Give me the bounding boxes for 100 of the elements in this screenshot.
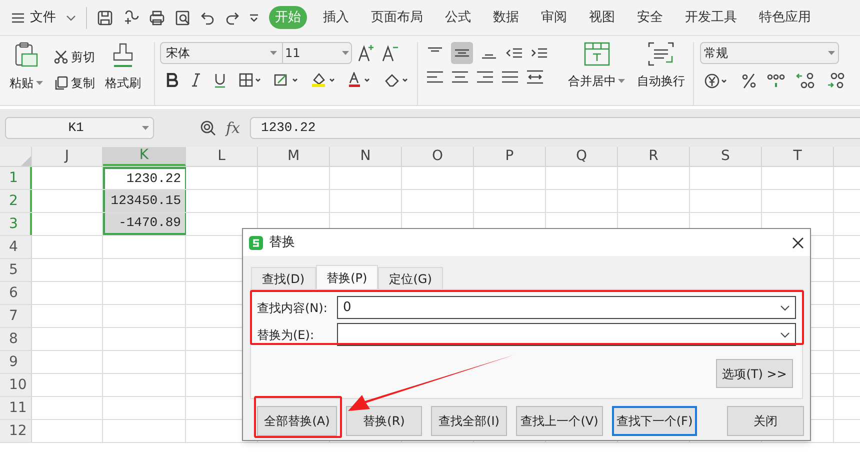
ribbon-tab[interactable]: 插入 <box>317 6 355 30</box>
ribbon-tab[interactable]: 开发工具 <box>679 6 743 30</box>
caret-icon[interactable] <box>36 81 42 85</box>
redo-icon[interactable] <box>225 10 239 24</box>
cut-button[interactable]: 剪切 <box>71 48 95 66</box>
row-header[interactable]: 5 <box>0 259 32 281</box>
font-color-icon[interactable] <box>348 72 372 88</box>
bold-icon[interactable] <box>166 73 178 87</box>
column-header[interactable]: R <box>618 147 690 166</box>
align-center-icon[interactable] <box>451 70 469 84</box>
increase-decimal-icon[interactable] <box>796 72 816 90</box>
borders-icon[interactable] <box>239 73 261 87</box>
row-header[interactable]: 3 <box>0 213 32 235</box>
caret-icon[interactable] <box>618 79 625 83</box>
column-header[interactable]: Q <box>546 147 618 166</box>
print-preview-icon[interactable] <box>175 10 191 26</box>
brush-icon[interactable] <box>112 42 134 68</box>
ribbon-tab[interactable]: 安全 <box>631 6 669 30</box>
save-icon[interactable] <box>97 10 113 26</box>
file-menu[interactable]: 文件 <box>30 8 56 28</box>
undo-icon[interactable] <box>201 10 215 24</box>
row-header[interactable]: 8 <box>0 328 32 350</box>
fill-color-icon[interactable] <box>311 72 335 88</box>
scissors-icon[interactable] <box>54 50 68 64</box>
italic-icon[interactable] <box>191 73 201 87</box>
eraser-icon[interactable] <box>385 73 409 87</box>
name-box[interactable]: K1 <box>5 117 154 139</box>
chevron-down-icon[interactable] <box>780 332 790 338</box>
justify-icon[interactable] <box>501 70 519 84</box>
number-format-field[interactable]: 常规 <box>700 42 839 64</box>
column-header[interactable]: T <box>762 147 834 166</box>
caret-icon[interactable] <box>142 126 149 130</box>
paste-button[interactable]: 粘贴 <box>10 74 42 92</box>
percent-icon[interactable] <box>742 73 756 89</box>
dialog-button[interactable]: 查找下一个(F) <box>612 406 697 436</box>
dialog-tab[interactable]: 替换(P) <box>316 265 378 289</box>
row-header[interactable]: 2 <box>0 190 32 212</box>
row-header[interactable]: 7 <box>0 305 32 327</box>
row-header[interactable]: 9 <box>0 351 32 373</box>
dialog-tab[interactable]: 定位(G) <box>378 267 443 289</box>
dialog-title: 替换 <box>269 234 296 252</box>
cell-style-icon[interactable] <box>274 73 298 87</box>
input-field[interactable] <box>337 323 796 346</box>
paste-icon[interactable] <box>14 42 38 68</box>
increase-indent-icon[interactable] <box>530 46 548 60</box>
decrease-font-icon[interactable] <box>382 44 400 62</box>
formula-field[interactable]: 1230.22 <box>250 117 860 139</box>
column-header[interactable]: O <box>402 147 474 166</box>
close-icon[interactable] <box>792 236 804 248</box>
ribbon-tab[interactable]: 数据 <box>487 6 525 30</box>
ribbon-tab[interactable]: 页面布局 <box>365 6 429 30</box>
wrap-text-button[interactable]: 自动换行 <box>637 72 685 90</box>
increase-font-icon[interactable] <box>358 44 376 62</box>
column-header[interactable]: M <box>258 147 330 166</box>
ribbon-tab[interactable]: 视图 <box>583 6 621 30</box>
row-header[interactable]: 4 <box>0 236 32 258</box>
distributed-icon[interactable] <box>526 70 544 84</box>
merge-center-button[interactable]: 合并居中 <box>568 72 625 90</box>
align-right-icon[interactable] <box>476 70 494 84</box>
dialog-button[interactable]: 查找全部(I) <box>431 406 507 436</box>
merge-cells-icon[interactable] <box>584 42 610 66</box>
dialog-button[interactable]: 查找上一个(V) <box>516 406 603 436</box>
wrap-text-icon[interactable] <box>648 42 674 66</box>
dialog-button[interactable]: 全部替换(A) <box>257 406 337 436</box>
ribbon-tab[interactable]: 特色应用 <box>753 6 817 30</box>
print-icon[interactable] <box>149 10 165 26</box>
row-header[interactable]: 1 <box>0 167 32 189</box>
decrease-decimal-icon[interactable] <box>826 72 846 90</box>
underline-icon[interactable] <box>214 72 226 88</box>
row-header[interactable]: 11 <box>0 397 32 419</box>
format-painter-button[interactable]: 格式刷 <box>105 74 141 92</box>
dropdown-icon[interactable] <box>249 14 259 22</box>
options-button[interactable]: 选项(T) >> <box>716 359 793 388</box>
dialog-tab[interactable]: 查找(D) <box>251 267 316 289</box>
chevron-down-icon[interactable] <box>66 14 76 20</box>
column-header[interactable]: L <box>186 147 258 166</box>
ribbon-tab[interactable]: 审阅 <box>535 6 573 30</box>
close-button[interactable]: 关闭 <box>727 406 804 436</box>
align-middle-button[interactable] <box>451 42 473 64</box>
table-cell: 1230.22 <box>103 167 186 189</box>
copy-icon[interactable] <box>54 76 68 90</box>
zoom-icon[interactable] <box>200 120 216 136</box>
table-cell: 123450.15 <box>103 190 186 212</box>
input-field[interactable]: 0 <box>337 296 796 319</box>
align-left-icon[interactable] <box>426 70 444 84</box>
row-header[interactable]: 12 <box>0 420 32 442</box>
column-header[interactable]: N <box>330 147 402 166</box>
ribbon-tab[interactable]: 公式 <box>439 6 477 30</box>
menu-icon[interactable] <box>12 12 24 22</box>
caret-icon[interactable] <box>828 51 835 55</box>
row-header[interactable]: 6 <box>0 282 32 304</box>
decrease-indent-icon[interactable] <box>505 46 523 60</box>
thousands-icon[interactable] <box>766 73 786 89</box>
column-header[interactable]: S <box>690 147 762 166</box>
fx-icon[interactable]: fx <box>226 116 240 140</box>
dialog-button[interactable]: 替换(R) <box>346 406 422 436</box>
copy-button[interactable]: 复制 <box>71 74 95 92</box>
chevron-down-icon[interactable] <box>780 304 790 310</box>
column-header[interactable]: P <box>474 147 546 166</box>
row-header[interactable]: 10 <box>0 374 32 396</box>
